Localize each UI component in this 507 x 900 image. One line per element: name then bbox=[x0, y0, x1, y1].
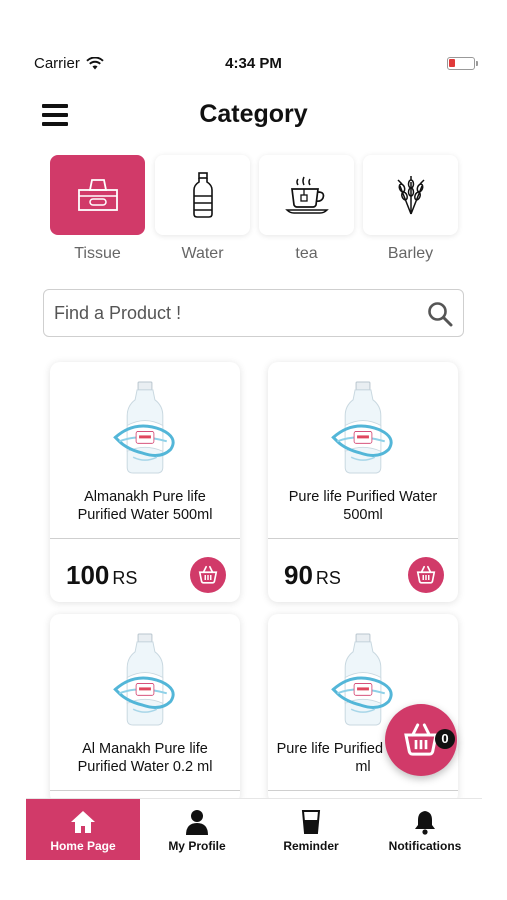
category-label: Tissue bbox=[74, 245, 121, 262]
basket-icon bbox=[416, 565, 436, 584]
glass-icon bbox=[301, 810, 321, 834]
bottom-nav: Home Page My Profile Reminder Notificati… bbox=[26, 798, 482, 860]
nav-profile[interactable]: My Profile bbox=[140, 799, 254, 860]
tea-cup-icon bbox=[284, 176, 329, 214]
nav-label: Notifications bbox=[388, 839, 462, 853]
nav-reminder[interactable]: Reminder bbox=[254, 799, 368, 860]
card-divider bbox=[268, 538, 458, 539]
barley-icon bbox=[396, 176, 425, 215]
product-card[interactable]: Almanakh Pure life Purified Water 500ml … bbox=[50, 362, 240, 602]
card-divider bbox=[50, 790, 240, 791]
product-image bbox=[113, 380, 175, 475]
basket-icon bbox=[198, 565, 218, 584]
add-to-cart-button[interactable] bbox=[190, 557, 226, 593]
card-divider bbox=[268, 790, 458, 791]
nav-notifications[interactable]: Notifications bbox=[368, 799, 482, 860]
price-currency: RS bbox=[315, 568, 341, 588]
header: Category bbox=[0, 98, 507, 138]
search-input[interactable] bbox=[54, 290, 414, 336]
cart-count-badge: 0 bbox=[435, 729, 455, 749]
category-list: Tissue Water tea Barley bbox=[50, 155, 460, 267]
product-image bbox=[113, 632, 175, 727]
tissue-box-icon bbox=[77, 179, 118, 211]
product-card[interactable]: Pure life Purified Water 500ml 90 RS bbox=[268, 362, 458, 602]
product-name: Al Manakh Pure life Purified Water 0.2 m… bbox=[77, 741, 213, 775]
price-currency: RS bbox=[112, 568, 138, 588]
category-tissue[interactable]: Tissue bbox=[50, 155, 145, 263]
home-icon bbox=[71, 811, 95, 833]
product-image bbox=[331, 380, 393, 475]
card-divider bbox=[50, 538, 240, 539]
price-value: 100 bbox=[66, 560, 110, 590]
cart-fab-button[interactable]: 0 bbox=[385, 704, 457, 776]
nav-label: My Profile bbox=[168, 839, 226, 853]
bell-icon bbox=[415, 811, 435, 835]
category-barley[interactable]: Barley bbox=[363, 155, 458, 263]
status-time: 4:34 PM bbox=[225, 55, 282, 72]
add-to-cart-button[interactable] bbox=[408, 557, 444, 593]
product-name: Pure life Purified Water 500ml bbox=[288, 489, 438, 523]
search-bar bbox=[43, 289, 464, 337]
battery-icon bbox=[447, 57, 478, 70]
product-price: 90 RS bbox=[284, 560, 341, 591]
page-title: Category bbox=[199, 100, 308, 128]
nav-label: Reminder bbox=[283, 839, 339, 853]
category-tea[interactable]: tea bbox=[259, 155, 354, 263]
product-card[interactable]: Al Manakh Pure life Purified Water 0.2 m… bbox=[50, 614, 240, 804]
water-bottle-icon bbox=[192, 172, 213, 218]
category-label: Water bbox=[181, 245, 224, 262]
status-bar: Carrier 4:34 PM bbox=[0, 52, 507, 76]
product-name: Almanakh Pure life Purified Water 500ml bbox=[77, 489, 213, 523]
category-label: tea bbox=[295, 245, 318, 262]
category-water[interactable]: Water bbox=[155, 155, 250, 263]
profile-icon bbox=[186, 810, 208, 835]
category-label: Barley bbox=[387, 245, 434, 262]
nav-label: Home Page bbox=[50, 839, 116, 853]
search-icon[interactable] bbox=[427, 301, 453, 327]
nav-home[interactable]: Home Page bbox=[26, 799, 140, 860]
product-price: 100 RS bbox=[66, 560, 137, 591]
price-value: 90 bbox=[284, 560, 313, 590]
product-image bbox=[331, 632, 393, 727]
